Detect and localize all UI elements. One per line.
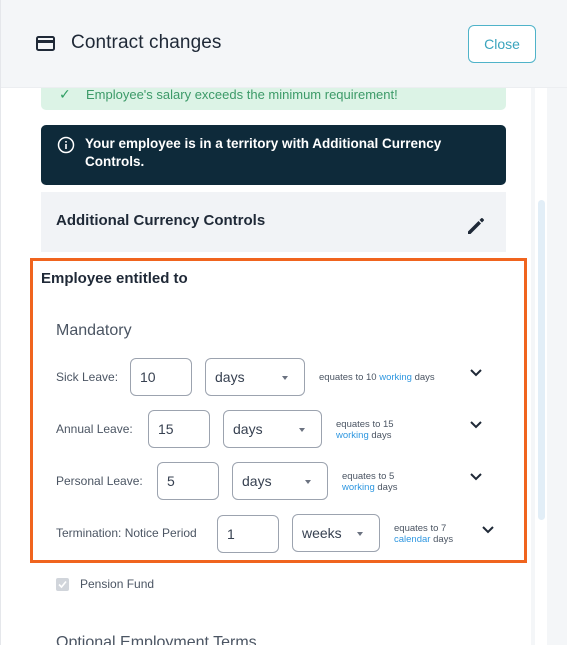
equates-kind: calendar [394,534,431,545]
caret-down-icon [299,428,305,432]
caret-down-icon [305,480,311,484]
info-icon [57,136,75,154]
optional-terms-title: Optional Employment Terms [56,634,257,645]
chevron-down-icon[interactable] [481,525,495,535]
success-message: Employee's salary exceeds the minimum re… [86,88,398,102]
caret-down-icon [282,376,288,380]
notice-period-input[interactable] [217,515,279,553]
scrollbar-thumb[interactable] [538,200,545,520]
notice-period-unit-select[interactable]: weeks [292,514,380,552]
pension-checkbox [56,578,69,591]
entitlements-title: Employee entitled to [41,270,188,287]
personal-leave-label: Personal Leave: [56,474,143,488]
annual-leave-input[interactable] [148,410,210,448]
check-icon: ✓ [59,88,71,102]
chevron-down-icon[interactable] [469,368,483,378]
equates-prefix: equates to 15 [336,419,394,430]
contract-changes-modal: Contract changes Close ✓ Employee's sala… [0,0,567,645]
annual-leave-equates: equates to 15 working days [336,419,394,441]
personal-leave-equates: equates to 5 working days [342,471,397,493]
equates-suffix: days [371,430,392,441]
chevron-down-icon[interactable] [469,472,483,482]
annual-leave-label: Annual Leave: [56,422,133,436]
notice-period-equates: equates to 7 calendar days [394,523,453,545]
content-inner: ✓ Employee's salary exceeds the minimum … [1,88,531,645]
pension-label: Pension Fund [80,577,155,591]
chevron-down-icon[interactable] [469,420,483,430]
currency-info-alert: Your employee is in a territory with Add… [41,125,506,185]
personal-leave-unit-value: days [242,473,272,489]
caret-down-icon [357,532,363,536]
modal-title: Contract changes [71,32,222,53]
equates-suffix: days [377,482,398,493]
sick-leave-unit-select[interactable]: days [205,358,305,396]
annual-leave-unit-value: days [233,421,263,437]
salary-success-alert: ✓ Employee's salary exceeds the minimum … [41,88,506,110]
modal-content: ✓ Employee's salary exceeds the minimum … [1,88,567,645]
close-button[interactable]: Close [468,25,536,63]
currency-controls-label: Additional Currency Controls [56,212,266,229]
checkmark-icon [58,580,67,589]
equates-suffix: days [414,372,435,383]
equates-kind: working [379,372,412,383]
equates-prefix: equates to 5 [342,471,395,482]
notice-period-unit-value: weeks [302,525,342,541]
modal-header: Contract changes Close [1,0,567,88]
equates-kind: working [342,482,375,493]
sick-leave-unit-value: days [215,369,245,385]
notice-period-label: Termination: Notice Period [56,526,197,540]
equates-prefix: equates to 10 [319,372,377,383]
personal-leave-unit-select[interactable]: days [232,462,328,500]
credit-card-icon [36,36,55,51]
sick-leave-label: Sick Leave: [56,370,119,384]
equates-prefix: equates to 7 [394,523,447,534]
info-message: Your employee is in a territory with Add… [85,136,442,169]
personal-leave-input[interactable] [157,462,219,500]
equates-suffix: days [433,534,454,545]
pencil-icon[interactable] [466,216,486,236]
sick-leave-input[interactable] [130,358,192,396]
sick-leave-equates: equates to 10 working days [319,372,435,383]
equates-kind: working [336,430,369,441]
mandatory-title: Mandatory [56,322,132,339]
annual-leave-unit-select[interactable]: days [223,410,322,448]
currency-controls-panel[interactable]: Additional Currency Controls [41,192,506,252]
